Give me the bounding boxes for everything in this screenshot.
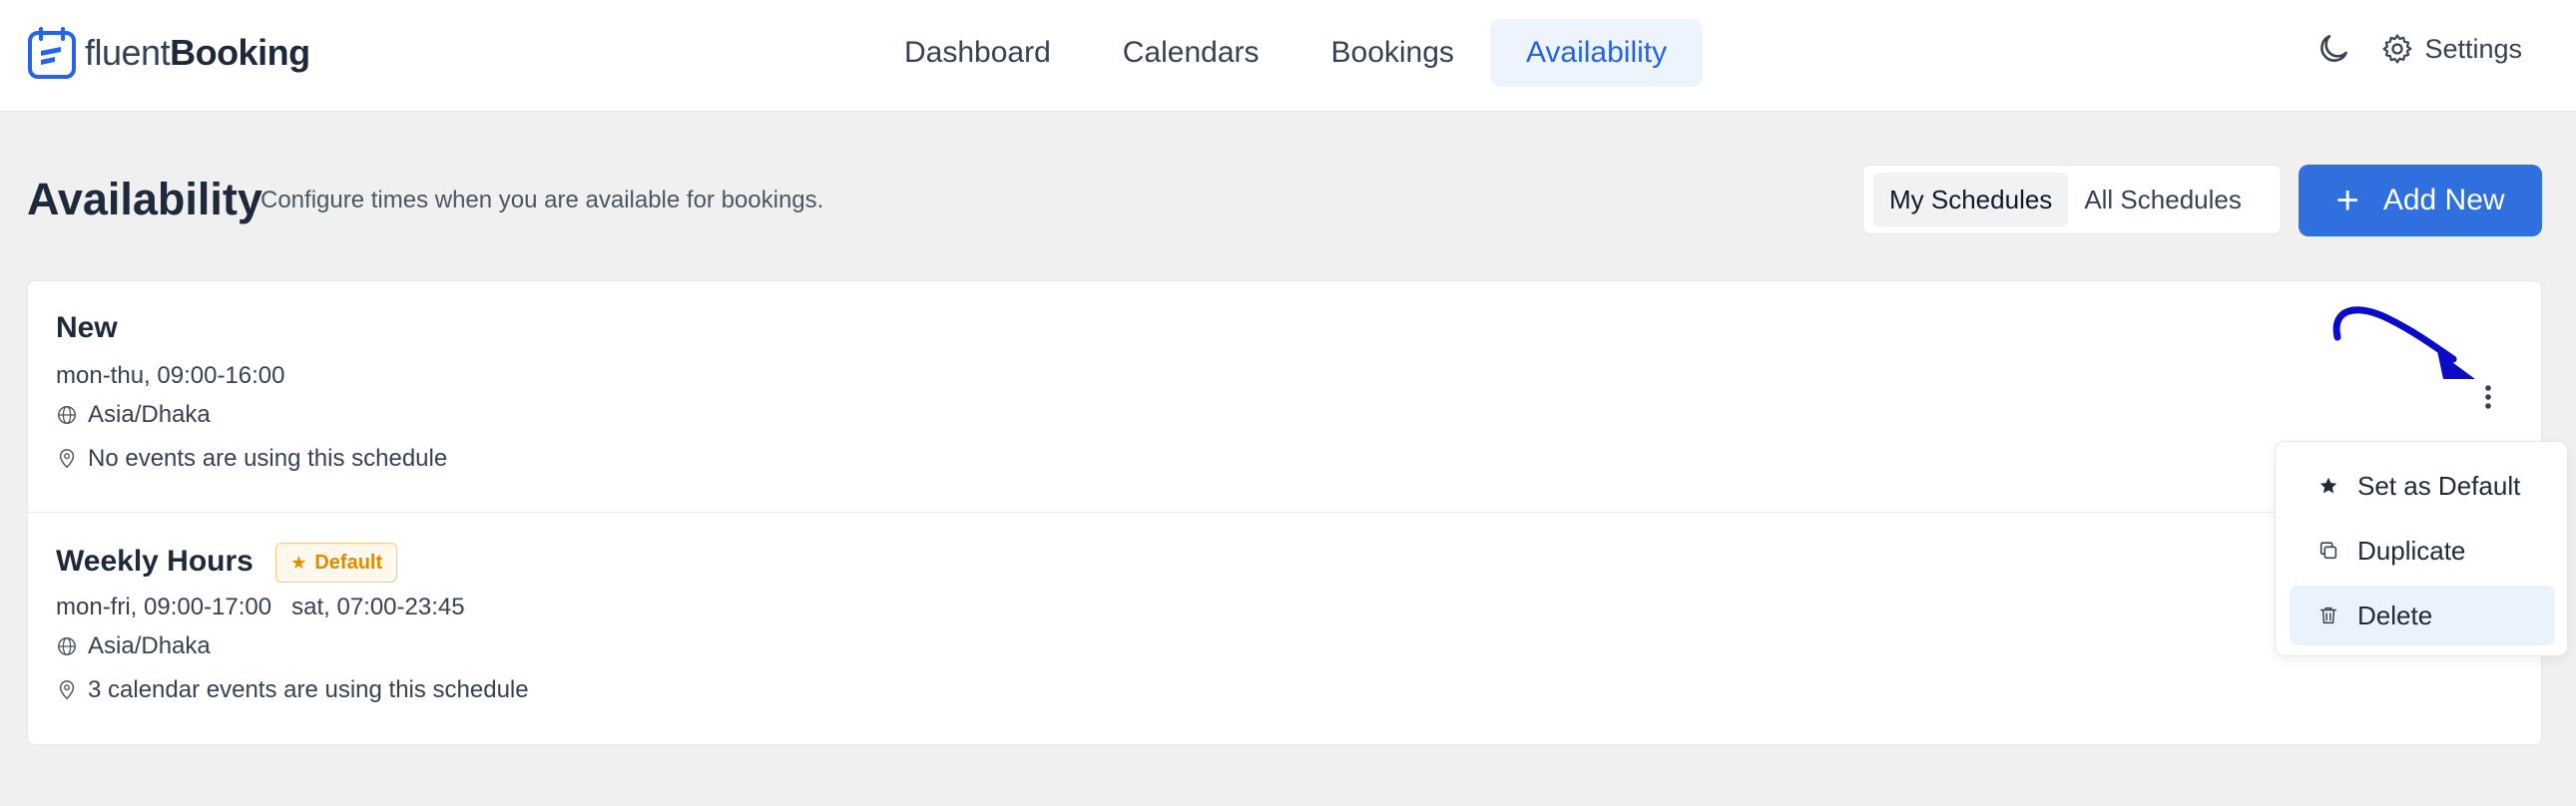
add-new-label: Add New	[2382, 184, 2505, 216]
location-pin-icon	[59, 449, 75, 469]
schedule-name[interactable]: Weekly Hours	[56, 545, 254, 578]
nav-dashboard[interactable]: Dashboard	[868, 19, 1087, 87]
gear-icon	[2382, 34, 2412, 64]
trash-icon	[2319, 606, 2337, 624]
schedule-options-menu: Set as Default Duplicate Delete	[2275, 441, 2568, 656]
timezone-label: Asia/Dhaka	[88, 632, 211, 659]
add-new-button[interactable]: + Add New	[2299, 165, 2542, 236]
menu-duplicate[interactable]: Duplicate	[2290, 521, 2555, 581]
menu-delete[interactable]: Delete	[2290, 586, 2555, 645]
page-title: Availability	[27, 174, 262, 224]
schedules-card: New mon-thu, 09:00-16:00 Asia/Dhaka No e…	[27, 280, 2542, 745]
schedule-usage: No events are using this schedule	[56, 445, 447, 473]
settings-button[interactable]: Settings	[2380, 32, 2522, 66]
schedule-filter: My Schedules All Schedules	[1862, 165, 2282, 234]
plus-icon: +	[2335, 179, 2359, 222]
menu-label: Duplicate	[2357, 535, 2466, 566]
usage-label: 3 calendar events are using this schedul…	[88, 676, 529, 703]
schedule-hours: mon-fri, 09:00-17:00 sat, 07:00-23:45	[56, 594, 465, 620]
globe-icon	[58, 637, 76, 655]
page-description: Configure times when you are available f…	[260, 187, 824, 213]
logo-text: fluentBooking	[85, 32, 310, 73]
logo-icon	[28, 27, 76, 79]
schedule-name[interactable]: New	[56, 311, 118, 345]
schedule-name-wrap: Weekly Hours ★ Default	[56, 543, 398, 583]
nav-calendars[interactable]: Calendars	[1087, 19, 1295, 87]
schedule-timezone: Asia/Dhaka	[56, 632, 211, 660]
schedule-hours: mon-thu, 09:00-16:00	[56, 362, 285, 389]
settings-label: Settings	[2424, 33, 2522, 64]
menu-set-default[interactable]: Set as Default	[2290, 456, 2555, 516]
badge-label: Default	[314, 551, 383, 574]
menu-label: Delete	[2357, 600, 2433, 630]
schedule-row[interactable]: Weekly Hours ★ Default mon-fri, 09:00-17…	[28, 513, 2541, 744]
top-right-controls: Settings	[2315, 30, 2522, 68]
tab-my-schedules[interactable]: My Schedules	[1873, 173, 2069, 226]
nav-availability[interactable]: Availability	[1489, 19, 1704, 87]
duplicate-icon	[2319, 542, 2337, 560]
nav-bookings[interactable]: Bookings	[1295, 19, 1490, 87]
schedule-usage: 3 calendar events are using this schedul…	[56, 676, 529, 704]
annotation-arrow-icon	[2332, 306, 2475, 379]
schedule-timezone: Asia/Dhaka	[56, 401, 211, 429]
default-badge: ★ Default	[275, 543, 398, 583]
timezone-label: Asia/Dhaka	[88, 401, 211, 428]
star-icon: ★	[290, 552, 307, 573]
location-pin-icon	[59, 680, 75, 700]
usage-label: No events are using this schedule	[88, 445, 448, 472]
app-logo[interactable]: fluentBooking	[27, 27, 310, 79]
moon-icon[interactable]	[2315, 30, 2352, 68]
globe-icon	[58, 406, 76, 424]
menu-label: Set as Default	[2357, 470, 2521, 501]
top-bar: fluentBooking Dashboard Calendars Bookin…	[0, 0, 2576, 112]
star-icon	[2319, 477, 2337, 494]
tab-all-schedules[interactable]: All Schedules	[2068, 173, 2258, 226]
schedule-row[interactable]: New mon-thu, 09:00-16:00 Asia/Dhaka No e…	[28, 281, 2541, 513]
main-nav: Dashboard Calendars Bookings Availabilit…	[868, 19, 1704, 87]
